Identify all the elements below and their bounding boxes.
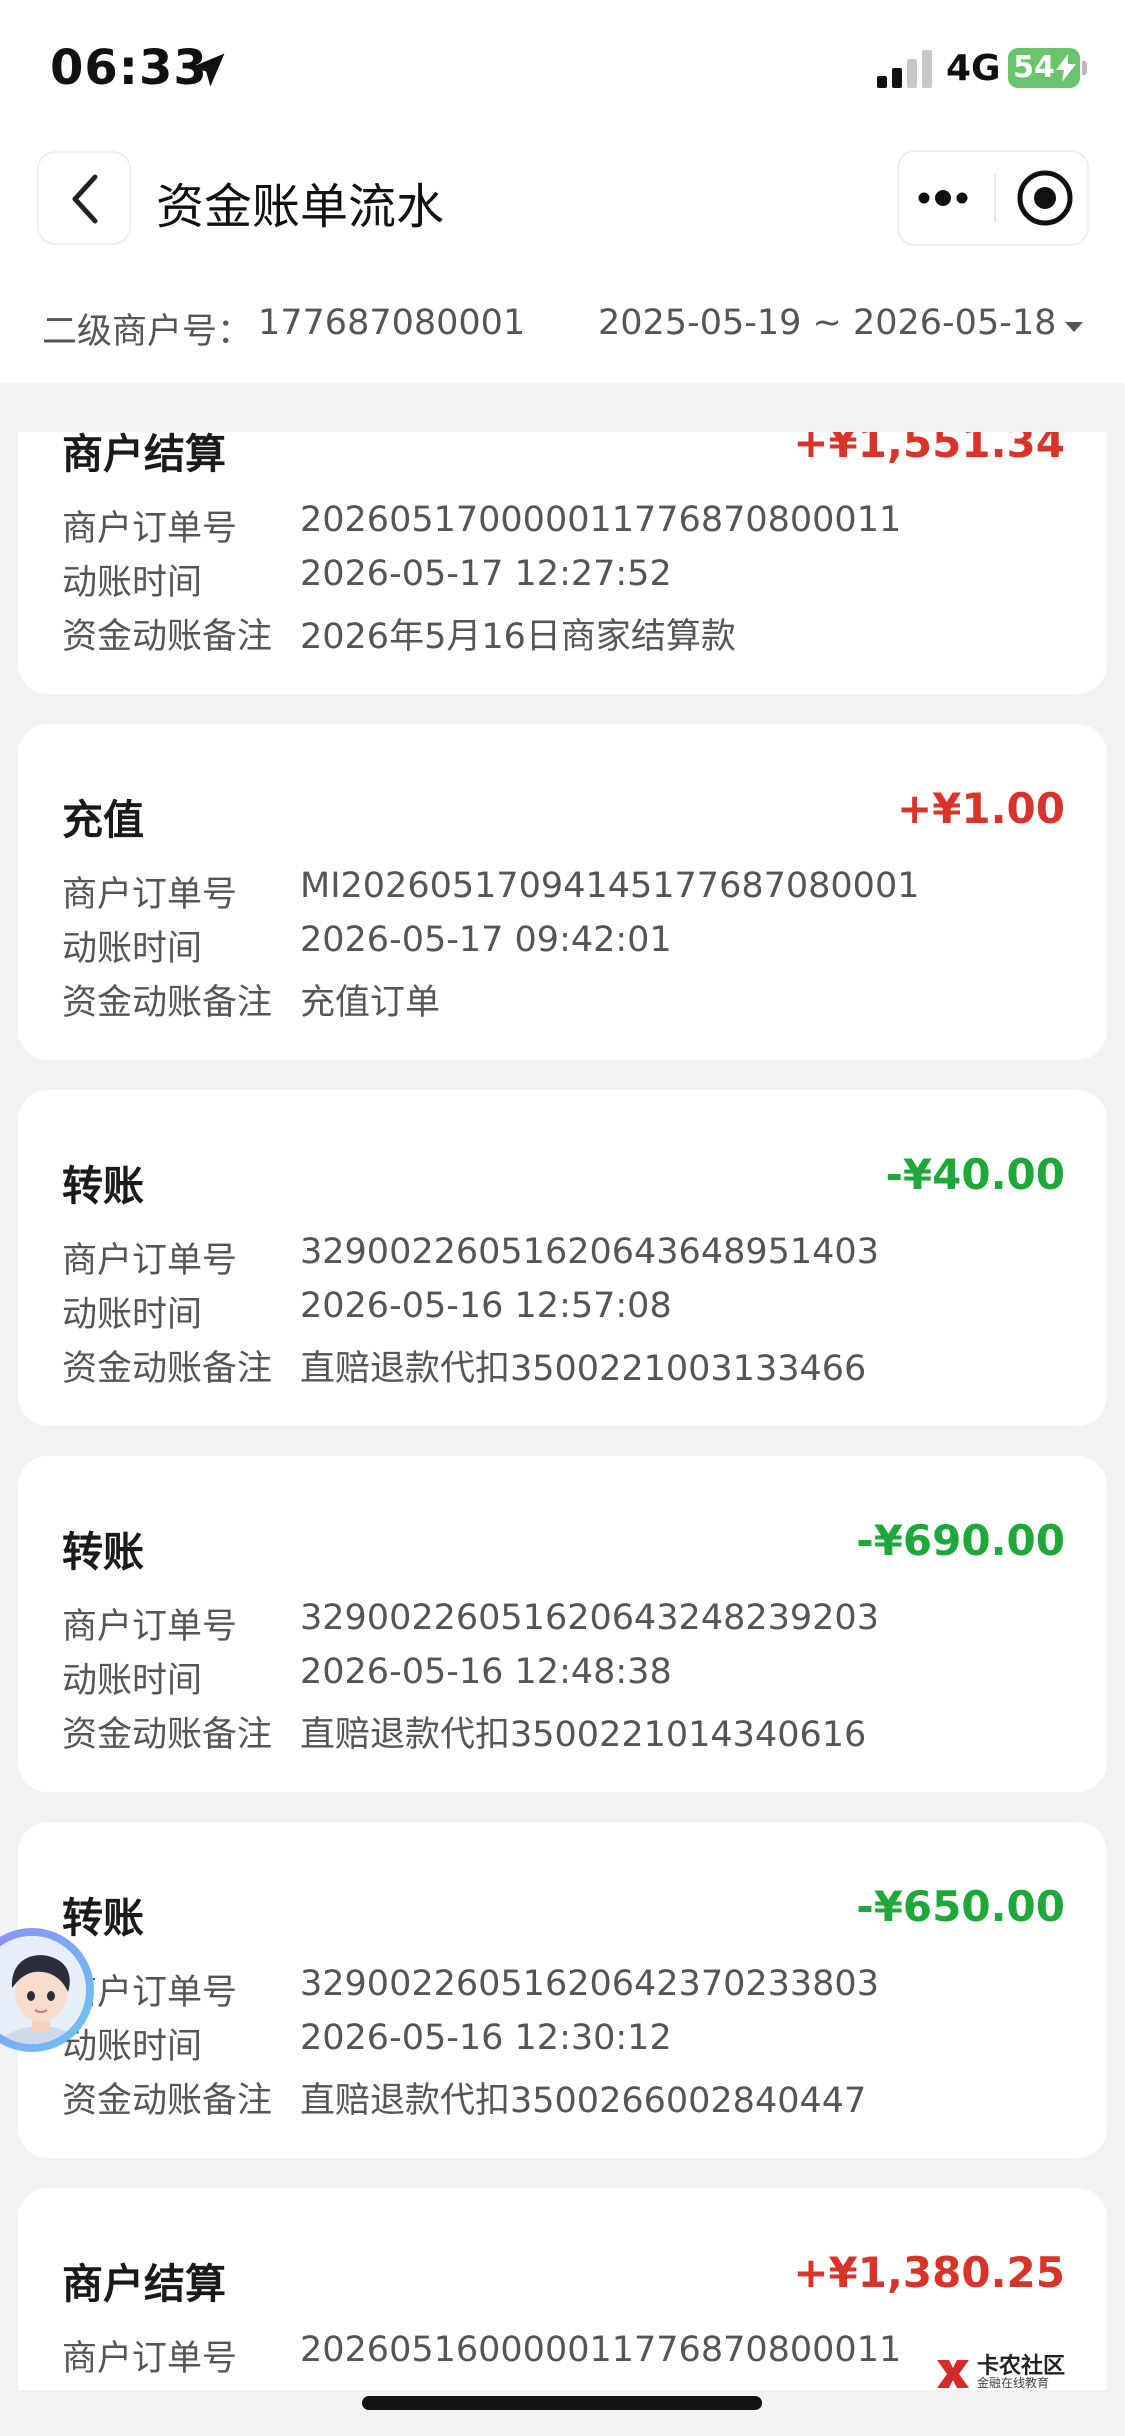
capsule-divider [994, 174, 996, 222]
note-label: 资金动账备注 [62, 2081, 273, 2121]
mini-program-capsule [897, 150, 1089, 246]
order-no-value: 20260516000001177687080001​1 [300, 2330, 902, 2370]
watermark-subtitle: 金融在线教育 [977, 2376, 1050, 2390]
time-value: 2026-05-16 12:30:12 [300, 2018, 672, 2058]
more-dots-icon[interactable] [911, 166, 975, 230]
home-indicator[interactable] [362, 2396, 762, 2410]
note-value: 2026年5月16日商家结算款 [300, 617, 736, 657]
time-label: 动账时间 [62, 2027, 203, 2067]
signal-icon [877, 50, 932, 88]
time-value: 2026-05-17 09:42:01 [300, 920, 672, 960]
order-no-value: 3290022605162064324823920​3 [300, 1598, 879, 1638]
date-range-selector[interactable]: 2025-05-19 ~ 2026-05-18 [598, 303, 1056, 343]
status-bar: 06:33 4G 54 [0, 0, 1125, 135]
note-value: 直赔退款代扣3500221003133466 [300, 1349, 867, 1389]
transaction-type: 转账 [62, 1894, 144, 1942]
transaction-amount: -¥650.00 [856, 1882, 1065, 1931]
transaction-card[interactable]: 转账 -¥690.00 商户订单号 3290022605162064324823… [18, 1456, 1107, 1792]
watermark-logo-icon [937, 2360, 969, 2388]
time-label: 动账时间 [62, 929, 203, 969]
time-label: 动账时间 [62, 563, 203, 603]
target-close-icon[interactable] [1013, 166, 1077, 230]
note-label: 资金动账备注 [62, 1715, 273, 1755]
transaction-amount: -¥690.00 [856, 1516, 1065, 1565]
note-label: 资金动账备注 [62, 617, 273, 657]
time-value: 2026-05-16 12:48:38 [300, 1652, 672, 1692]
order-no-label: 商户订单号 [62, 509, 238, 549]
transaction-amount: +¥1.00 [896, 784, 1065, 833]
page-title: 资金账单流水 [156, 179, 445, 235]
order-no-value: 3290022605162064237023380​3 [300, 1964, 879, 2004]
chevron-left-icon [72, 174, 98, 224]
transaction-amount: +¥1,551.34 [793, 432, 1065, 467]
merchant-id-label: 二级商户号： [42, 312, 253, 352]
order-no-label: 商户订单号 [62, 1607, 238, 1647]
transaction-type: 充值 [62, 796, 144, 844]
merchant-id-value: 177687080001 [258, 303, 526, 343]
order-no-value: 20260517000001177687080001​1 [300, 500, 902, 540]
transaction-type: 转账 [62, 1162, 144, 1210]
order-no-label: 商户订单号 [62, 875, 238, 915]
status-time: 06:33 [50, 40, 208, 96]
transaction-card[interactable]: 转账 -¥650.00 商户订单号 3290022605162064237023… [18, 1822, 1107, 2158]
order-no-label: 商户订单号 [62, 1241, 238, 1281]
location-arrow-icon [191, 53, 225, 87]
screen: 06:33 4G 54 资金账单流水 二级商户号： 177687080001 2… [0, 0, 1125, 2436]
order-no-value: MI20260517094145177687080001 [300, 866, 920, 906]
network-label: 4G [946, 48, 1001, 89]
battery-icon: 54 [1008, 48, 1080, 88]
time-value: 2026-05-16 12:57:08 [300, 1286, 672, 1326]
transaction-card[interactable]: 商户结算 +¥1,551.34 商户订单号 202605170000011776… [18, 432, 1107, 694]
note-value: 直赔退款代扣3500266002840447 [300, 2081, 867, 2121]
time-label: 动账时间 [62, 1661, 203, 1701]
time-value: 2026-05-17 12:27:52 [300, 554, 672, 594]
charging-bolt-icon [1056, 54, 1076, 82]
navigation-bar: 资金账单流水 [0, 135, 1125, 265]
battery-tip [1082, 61, 1087, 75]
note-value: 直赔退款代扣3500221014340616 [300, 1715, 867, 1755]
transaction-card[interactable]: 转账 -¥40.00 商户订单号 32900226051620643648951… [18, 1090, 1107, 1426]
note-label: 资金动账备注 [62, 983, 273, 1023]
avatar-face-icon [0, 1936, 86, 2044]
transaction-type: 商户结算 [62, 432, 226, 478]
transaction-type: 商户结算 [62, 2260, 226, 2308]
note-label: 资金动账备注 [62, 1349, 273, 1389]
transaction-list: 商户结算 +¥1,551.34 商户订单号 202605170000011776… [0, 432, 1125, 2390]
time-label: 动账时间 [62, 1295, 203, 1335]
order-no-label: 商户订单号 [62, 2339, 238, 2379]
transaction-type: 转账 [62, 1528, 144, 1576]
order-no-value: 3290022605162064364895140​3 [300, 1232, 879, 1272]
back-button[interactable] [37, 151, 131, 245]
note-value: 充值订单 [300, 983, 441, 1023]
transaction-amount: -¥40.00 [885, 1150, 1065, 1199]
caret-down-icon[interactable] [1063, 320, 1085, 334]
transaction-amount: +¥1,380.25 [793, 2248, 1065, 2297]
transaction-card[interactable]: 充值 +¥1.00 商户订单号 MI2026051709414517768708… [18, 724, 1107, 1060]
watermark: 卡农社区 金融在线教育 [933, 2348, 1073, 2394]
battery-level: 54 [1013, 50, 1055, 85]
filter-bar: 二级商户号： 177687080001 2025-05-19 ~ 2026-05… [0, 265, 1125, 383]
